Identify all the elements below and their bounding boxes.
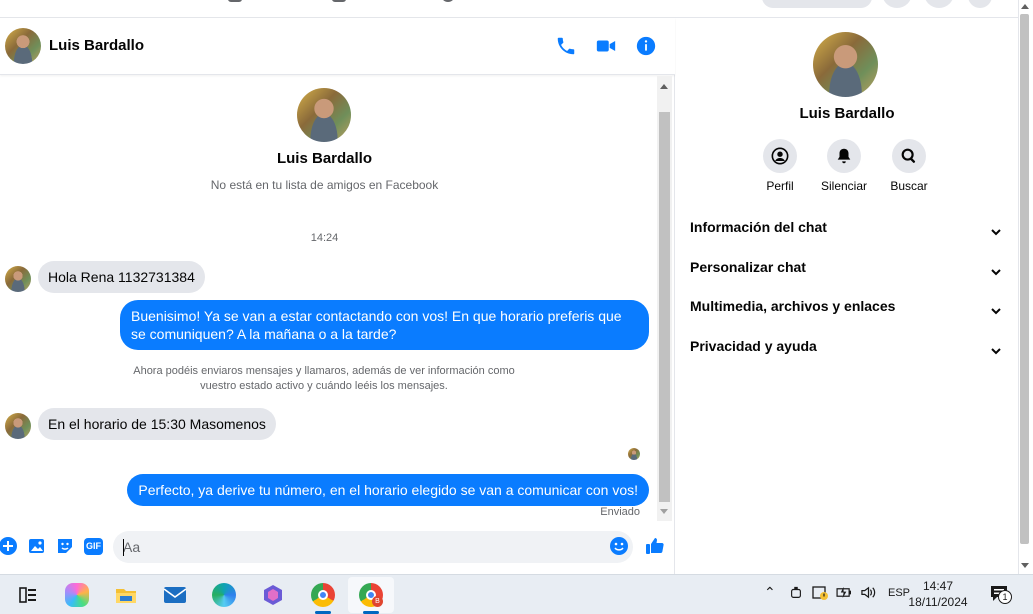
section-media-files-label: Multimedia, archivos y enlaces [690, 298, 896, 314]
system-clock[interactable]: 14:47 18/11/2024 [908, 578, 968, 610]
outgoing-message[interactable]: Buenisimo! Ya se van a estar contactando… [120, 300, 649, 350]
video-icon[interactable] [595, 35, 617, 57]
chrome-profile-icon[interactable]: B [359, 583, 383, 607]
clock-time: 14:47 [922, 579, 954, 593]
incoming-message[interactable]: Hola Rena 1132731384 [38, 261, 205, 293]
like-icon[interactable] [645, 536, 665, 556]
text-caret [123, 539, 124, 556]
chevron-up-icon[interactable]: ⌃ [764, 584, 776, 601]
incoming-message[interactable]: En el horario de 15:30 Masomenos [38, 408, 276, 440]
chevron-down-icon [990, 300, 1002, 315]
profile-icon[interactable] [763, 139, 797, 173]
gif-button[interactable]: GIF [84, 538, 103, 555]
messenger-button[interactable] [924, 0, 954, 8]
top-search-pill[interactable] [762, 0, 872, 8]
message-avatar[interactable] [5, 266, 31, 292]
image-icon[interactable] [27, 536, 47, 556]
security-alert-icon[interactable] [812, 585, 828, 604]
section-media-files[interactable]: Multimedia, archivos y enlaces [690, 294, 1004, 318]
menu-button[interactable] [882, 0, 912, 8]
profile-label: Perfil [766, 179, 794, 193]
chat-info-panel: Luis Bardallo Perfil Silenciar Buscar In… [676, 18, 1018, 574]
not-friend-notice: No está en tu lista de amigos en Faceboo… [210, 178, 439, 192]
section-customize-chat-label: Personalizar chat [690, 259, 806, 275]
search-label: Buscar [890, 179, 928, 193]
system-notice: Ahora podéis enviaros mensajes y llamaro… [133, 365, 515, 392]
message-input[interactable] [113, 531, 633, 563]
section-chat-info[interactable]: Información del chat [690, 215, 1004, 239]
intro-name: Luis Bardallo [276, 150, 373, 167]
chat-pane: Luis Bardallo Luis Bardallo No está en t… [0, 18, 675, 574]
mail-icon[interactable] [163, 583, 187, 607]
outgoing-message[interactable]: Perfecto, ya derive tu número, en el hor… [127, 474, 649, 506]
contact-avatar[interactable] [5, 28, 41, 64]
phone-icon[interactable] [555, 35, 577, 57]
language-indicator[interactable]: ESP [888, 587, 910, 599]
file-explorer-icon[interactable] [114, 583, 138, 607]
chevron-down-icon [990, 261, 1002, 276]
info-avatar[interactable] [813, 32, 878, 97]
clock-date: 18/11/2024 [908, 595, 968, 609]
search-action[interactable]: Buscar [879, 139, 939, 193]
page-scroll-down-arrow[interactable] [1021, 563, 1029, 568]
meet-now-icon[interactable] [789, 586, 803, 603]
section-customize-chat[interactable]: Personalizar chat [690, 255, 1004, 279]
copilot-app-icon[interactable] [261, 583, 285, 607]
profile-action[interactable]: Perfil [750, 139, 810, 193]
message-list: Luis Bardallo No está en tu lista de ami… [0, 76, 657, 521]
copilot-icon[interactable] [65, 583, 89, 607]
mute-label: Silenciar [820, 179, 868, 193]
sticker-icon[interactable] [55, 536, 75, 556]
bell-icon[interactable] [827, 139, 861, 173]
battery-icon[interactable] [836, 586, 853, 602]
task-view-icon[interactable] [16, 583, 40, 607]
info-name: Luis Bardallo [799, 105, 895, 122]
section-privacy-help-label: Privacidad y ayuda [690, 338, 817, 354]
notification-icon[interactable]: 1 [990, 584, 1012, 607]
section-chat-info-label: Información del chat [690, 219, 827, 235]
message-avatar[interactable] [5, 413, 31, 439]
search-icon[interactable] [892, 139, 926, 173]
top-nav-strip [0, 0, 1018, 18]
screen: Luis Bardallo Luis Bardallo No está en t… [0, 0, 1033, 614]
notification-count: 1 [998, 590, 1012, 604]
home-nav-icon[interactable] [228, 0, 242, 2]
taskbar: B ⌃ ESP 14:47 18/11/2024 1 [0, 574, 1033, 614]
info-icon[interactable] [635, 35, 657, 57]
edge-icon[interactable] [212, 583, 236, 607]
seen-indicator-avatar [628, 448, 640, 460]
plus-icon[interactable] [0, 536, 18, 556]
timestamp: 14:24 [310, 232, 339, 244]
chat-header: Luis Bardallo [0, 18, 675, 75]
chrome-icon[interactable] [311, 583, 335, 607]
emoji-icon[interactable] [609, 536, 629, 556]
sent-status: Enviado [600, 506, 640, 518]
section-privacy-help[interactable]: Privacidad y ayuda [690, 334, 1004, 358]
video-nav-icon[interactable] [332, 0, 346, 2]
intro-avatar[interactable] [297, 88, 351, 142]
mute-action[interactable]: Silenciar [814, 139, 874, 193]
groups-nav-icon[interactable] [441, 0, 455, 2]
page-scrollbar-thumb[interactable] [1020, 14, 1029, 544]
scroll-down-arrow[interactable] [660, 509, 668, 514]
contact-name[interactable]: Luis Bardallo [49, 37, 144, 54]
message-scrollbar-thumb[interactable] [659, 112, 670, 502]
composer: GIF [0, 529, 675, 565]
chrome-profile-badge: B [372, 596, 383, 607]
page-scroll-up-arrow[interactable] [1021, 4, 1029, 9]
account-avatar[interactable] [968, 0, 992, 8]
chevron-down-icon [990, 221, 1002, 236]
chevron-down-icon [990, 340, 1002, 355]
volume-icon[interactable] [860, 585, 877, 603]
scroll-up-arrow[interactable] [660, 84, 668, 89]
